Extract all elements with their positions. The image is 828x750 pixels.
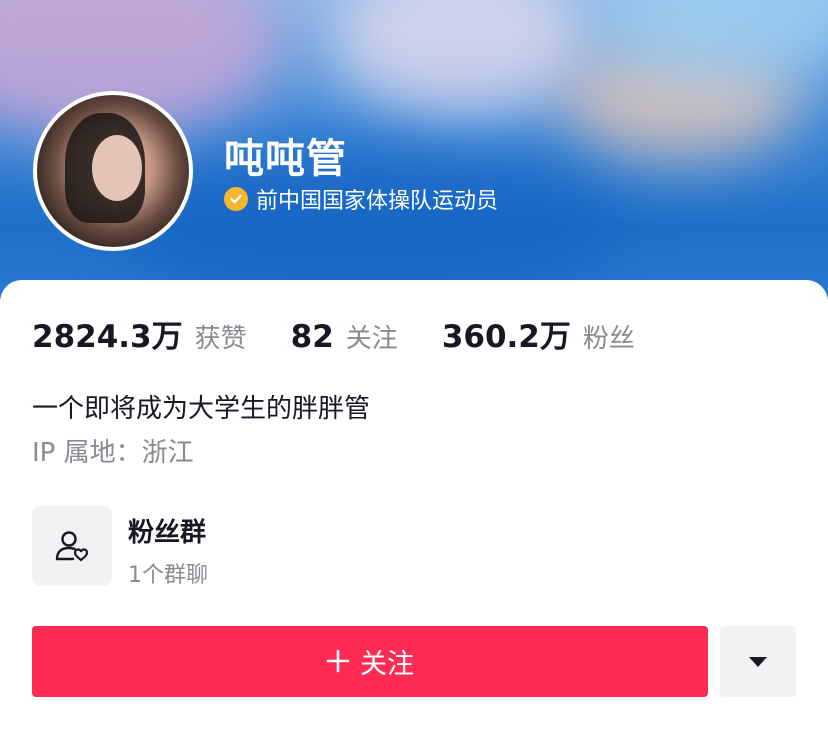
stat-followers-label: 粉丝 [582, 324, 635, 354]
stat-followers-value: 360.2万 [441, 319, 571, 355]
plus-icon [326, 645, 350, 679]
stat-likes-label: 获赞 [194, 324, 247, 354]
stat-following-value: 82 [290, 319, 334, 355]
fan-group-title[interactable]: 粉丝群 [128, 512, 206, 549]
ip-location: IP 属地：浙江 [32, 438, 194, 468]
avatar[interactable] [33, 91, 193, 251]
banner-decoration [120, 150, 620, 300]
fan-group-button[interactable] [32, 506, 112, 586]
stats-row: 2824.3万 获赞 82 关注 360.2万 粉丝 [32, 311, 679, 356]
banner-decoration [330, 0, 590, 120]
stat-following-label: 关注 [345, 324, 398, 354]
verification-text: 前中国国家体操队运动员 [256, 189, 499, 214]
stat-likes-value: 2824.3万 [32, 319, 183, 355]
profile-bio: 一个即将成为大学生的胖胖管 [32, 394, 371, 424]
avatar-face [92, 135, 142, 201]
verified-check-icon [224, 187, 248, 211]
stat-likes[interactable]: 2824.3万 获赞 [32, 311, 247, 356]
follow-button-label: 关注 [360, 649, 414, 680]
triangle-down-icon [749, 656, 767, 667]
fan-group-subtitle: 1个群聊 [128, 563, 208, 588]
more-options-button[interactable] [720, 626, 796, 697]
user-heart-icon [55, 531, 89, 562]
stat-followers[interactable]: 360.2万 粉丝 [442, 311, 635, 356]
profile-name: 吨吨管 [224, 136, 347, 182]
stat-following[interactable]: 82 关注 [291, 318, 398, 355]
follow-button[interactable]: 关注 [32, 626, 708, 697]
profile-card: 2824.3万 获赞 82 关注 360.2万 粉丝 一个即将成为大学生的胖胖管… [0, 280, 828, 750]
verification-line: 前中国国家体操队运动员 [224, 183, 498, 215]
